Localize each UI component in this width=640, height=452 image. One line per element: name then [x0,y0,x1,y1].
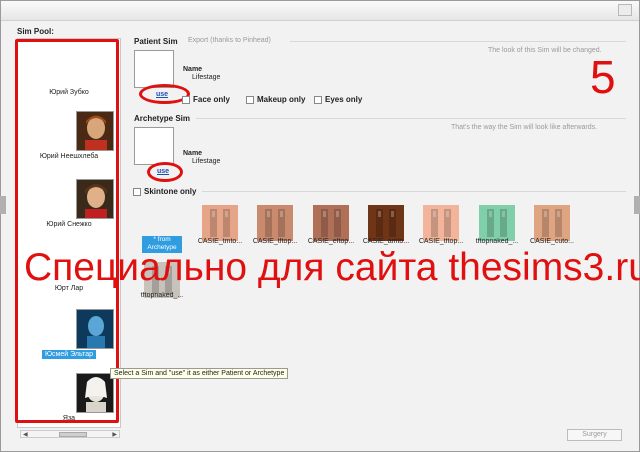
skintone-tile-label: tftopnaked_... [475,238,519,245]
annotation-oval [147,162,183,182]
archetype-sim-title: Archetype Sim [134,114,191,123]
face-only-checkbox[interactable]: Face only [182,95,230,104]
patient-lifestage-label: Lifestage [192,74,221,81]
makeup-only-checkbox[interactable]: Makeup only [246,95,305,104]
skintone-tile[interactable] [257,205,293,241]
archetype-hint: That's the way the Sim will look like af… [451,124,598,131]
skintone-tile-label: CASIE_tftop... [252,238,298,245]
close-button[interactable] [618,4,632,16]
group-divider [196,118,626,119]
tooltip: Select a Sim and "use" it as either Pati… [110,368,289,379]
skintone-tile-label: CASIE_cuto... [530,238,574,245]
skintone-tile-label: CASIE_tftop... [418,238,464,245]
title-bar [1,1,639,21]
checkbox-label: Face only [193,95,230,104]
scroll-left-icon[interactable]: ◀ [23,431,28,438]
checkbox-label: Skintone only [144,187,197,196]
skintone-tile-label: CASIE_tmto... [197,238,243,245]
skintone-tile[interactable] [202,205,238,241]
skin-texture-icon [487,209,507,237]
group-divider [202,191,626,192]
skintone-only-checkbox[interactable]: Skintone only [133,187,196,196]
skin-texture-icon [210,209,230,237]
skintone-tile-label: CASIE_amto... [362,238,410,245]
patient-hint: The look of this Sim will be changed. [488,47,602,54]
patient-sim-slot [134,50,174,88]
sim-pool-label: Sim Pool: [17,27,54,36]
skintone-tile[interactable] [368,205,404,241]
export-label[interactable]: Export (thanks to Pinhead) [188,37,271,44]
checkbox-label: Eyes only [325,95,363,104]
eyes-only-checkbox[interactable]: Eyes only [314,95,362,104]
annotation-number: 5 [590,51,616,103]
watermark-text: Специально для сайта thesims3.ru [24,246,640,289]
checkbox-box [314,95,322,104]
skin-texture-icon [321,209,341,237]
skin-texture-icon [265,209,285,237]
archetype-sim-slot [134,127,174,165]
surgery-button[interactable]: Surgery [567,429,622,441]
scroll-right-icon[interactable]: ▶ [112,431,117,438]
patient-sim-title: Patient Sim [134,37,178,46]
skintone-tile[interactable] [479,205,515,241]
patient-name-label: Name [183,66,203,73]
archetype-lifestage-label: Lifestage [192,158,221,165]
checkbox-box [246,95,254,104]
pool-horizontal-scrollbar[interactable]: ◀ ▶ [20,430,120,438]
group-divider [290,41,626,42]
skintone-tile-label: tftopnaked_... [140,292,184,299]
checkbox-label: Makeup only [257,95,306,104]
skin-texture-icon [431,209,451,237]
skin-texture-icon [542,209,562,237]
checkbox-box [182,95,190,104]
checkbox-box [133,187,141,196]
resize-handle-right[interactable] [634,196,640,214]
scroll-thumb[interactable] [59,432,87,437]
skin-texture-icon [376,209,396,237]
resize-handle-left[interactable] [0,196,6,214]
skintone-tile[interactable] [423,205,459,241]
skintone-tile[interactable] [534,205,570,241]
skintone-tile[interactable] [313,205,349,241]
annotation-highlight-box [15,39,119,423]
skintone-tile-label: CASIE_eftop... [307,238,355,245]
archetype-name-label: Name [183,150,203,157]
